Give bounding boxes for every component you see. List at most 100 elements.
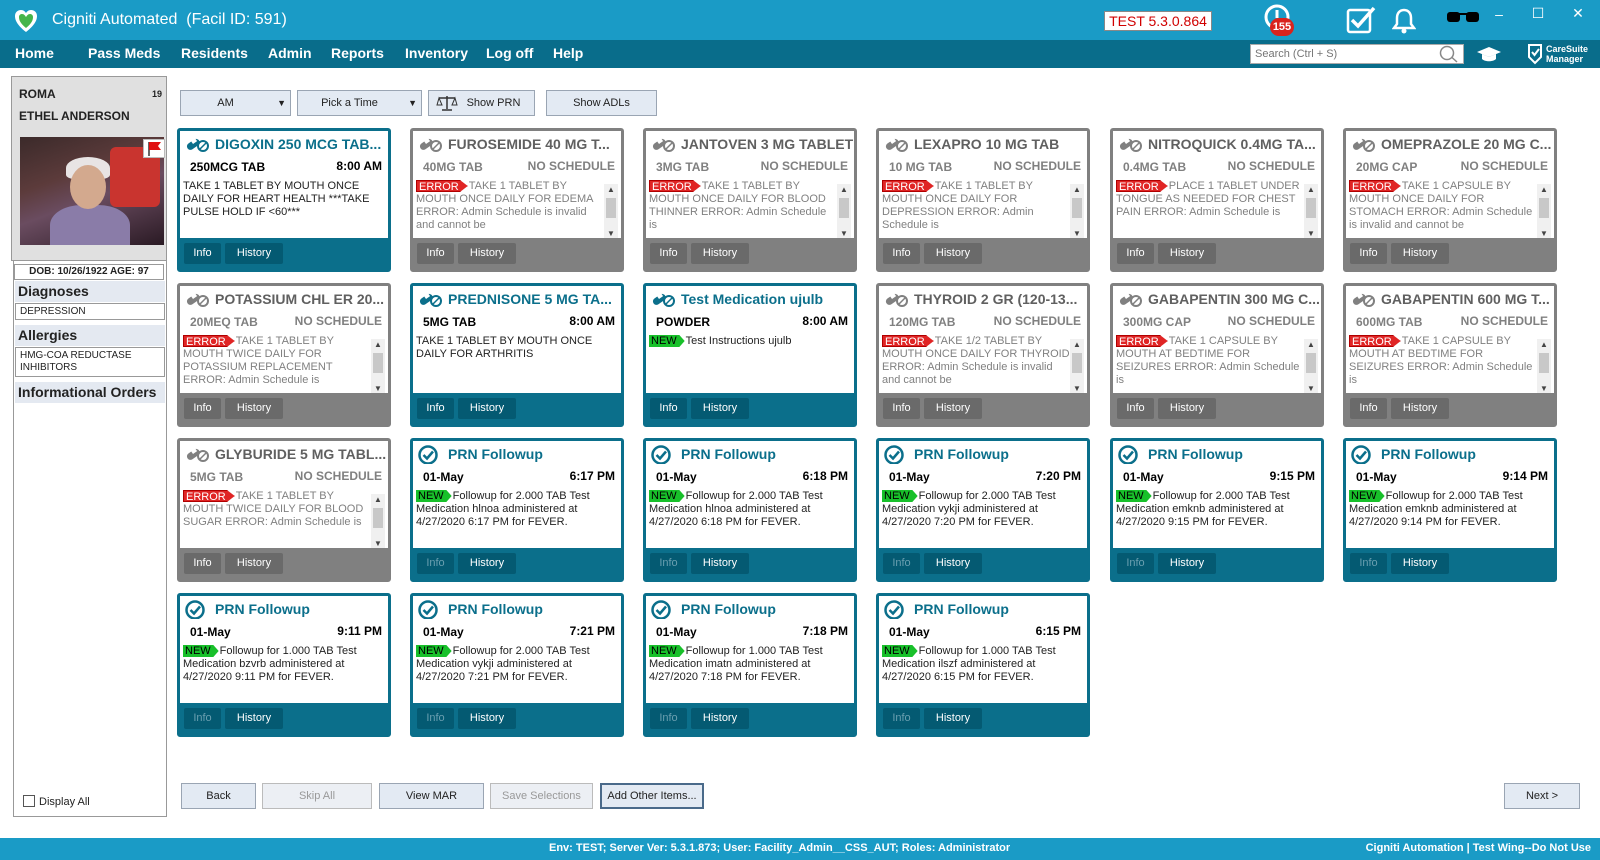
card-scrollbar[interactable]: ▲ ▼ [837, 184, 851, 240]
scroll-thumb[interactable] [839, 198, 849, 218]
card-scrollbar[interactable]: ▲ ▼ [604, 184, 618, 240]
info-button[interactable]: Info [184, 398, 221, 419]
medication-card[interactable]: LEXAPRO 10 MG TAB 10 MG TAB NO SCHEDULE ERR… [876, 128, 1090, 272]
history-button[interactable]: History [924, 553, 982, 574]
history-button[interactable]: History [1158, 398, 1216, 419]
glasses-icon[interactable] [1446, 10, 1480, 24]
info-button[interactable]: Info [883, 708, 920, 729]
history-button[interactable]: History [691, 243, 749, 264]
medication-card[interactable]: Test Medication ujulb POWDER 8:00 AM NEW Tes… [643, 283, 857, 427]
medication-card[interactable]: FUROSEMIDE 40 MG T... 40MG TAB NO SCHEDULE… [410, 128, 624, 272]
medication-card[interactable]: NITROQUICK 0.4MG TA... 0.4MG TAB NO SCHEDU… [1110, 128, 1324, 272]
medication-card[interactable]: OMEPRAZOLE 20 MG C... 20MG CAP NO SCHEDULE… [1343, 128, 1557, 272]
history-button[interactable]: History [225, 398, 283, 419]
history-button[interactable]: History [1391, 553, 1449, 574]
info-button[interactable]: Info [650, 708, 687, 729]
card-scrollbar[interactable]: ▲ ▼ [1070, 339, 1084, 395]
menu-help[interactable]: Help [553, 45, 583, 61]
menu-reports[interactable]: Reports [331, 45, 384, 61]
time-select[interactable]: Pick a Time ▼ [297, 90, 422, 116]
history-button[interactable]: History [924, 398, 982, 419]
history-button[interactable]: History [225, 708, 283, 729]
history-button[interactable]: History [924, 708, 982, 729]
graduation-cap-icon[interactable] [1476, 44, 1502, 64]
info-button[interactable]: Info [417, 553, 454, 574]
scroll-thumb[interactable] [1306, 198, 1316, 218]
history-button[interactable]: History [1158, 553, 1216, 574]
scroll-up-icon[interactable]: ▲ [1070, 184, 1084, 196]
scroll-thumb[interactable] [1539, 198, 1549, 218]
card-scrollbar[interactable]: ▲ ▼ [1537, 184, 1551, 240]
checkbox-box[interactable] [23, 795, 35, 807]
info-button[interactable]: Info [883, 553, 920, 574]
card-scrollbar[interactable]: ▲ ▼ [1070, 184, 1084, 240]
info-button[interactable]: Info [883, 243, 920, 264]
back-button[interactable]: Back [181, 783, 256, 809]
search-input[interactable] [1250, 44, 1464, 64]
medication-card[interactable]: PRN Followup 01-May 9:15 PM NEW Followup for… [1110, 438, 1324, 582]
info-button[interactable]: Info [1117, 398, 1154, 419]
alerts-button[interactable]: 155 [1262, 4, 1302, 38]
scroll-up-icon[interactable]: ▲ [1537, 184, 1551, 196]
search-icon[interactable] [1438, 44, 1460, 64]
history-button[interactable]: History [691, 553, 749, 574]
patient-card[interactable]: ROMA 19 ETHEL ANDERSON [11, 76, 167, 261]
medication-card[interactable]: POTASSIUM CHL ER 20... 20MEQ TAB NO SCHEDU… [177, 283, 391, 427]
history-button[interactable]: History [458, 243, 516, 264]
menu-pass-meds[interactable]: Pass Meds [88, 45, 160, 61]
save-selections-button[interactable]: Save Selections [490, 783, 593, 809]
history-button[interactable]: History [691, 708, 749, 729]
card-scrollbar[interactable]: ▲ ▼ [1304, 184, 1318, 240]
info-button[interactable]: Info [1350, 553, 1387, 574]
card-scrollbar[interactable]: ▲ ▼ [1537, 339, 1551, 395]
bell-icon[interactable] [1392, 7, 1416, 35]
info-button[interactable]: Info [1350, 398, 1387, 419]
scroll-thumb[interactable] [373, 353, 383, 373]
info-button[interactable]: Info [650, 553, 687, 574]
next-button[interactable]: Next > [1504, 783, 1580, 809]
info-button[interactable]: Info [417, 398, 454, 419]
scroll-thumb[interactable] [1539, 353, 1549, 373]
menu-admin[interactable]: Admin [268, 45, 312, 61]
scroll-up-icon[interactable]: ▲ [604, 184, 618, 196]
info-button[interactable]: Info [417, 708, 454, 729]
medication-card[interactable]: PRN Followup 01-May 6:18 PM NEW Followup for… [643, 438, 857, 582]
add-other-items-button[interactable]: Add Other Items... [600, 783, 704, 809]
medication-card[interactable]: PRN Followup 01-May 6:17 PM NEW Followup for… [410, 438, 624, 582]
info-button[interactable]: Info [184, 243, 221, 264]
medication-card[interactable]: THYROID 2 GR (120-13... 120MG TAB NO SCHED… [876, 283, 1090, 427]
history-button[interactable]: History [1391, 243, 1449, 264]
medication-card[interactable]: PRN Followup 01-May 7:20 PM NEW Followup for… [876, 438, 1090, 582]
medication-card[interactable]: PRN Followup 01-May 7:18 PM NEW Followup for… [643, 593, 857, 737]
card-scrollbar[interactable]: ▲ ▼ [1304, 339, 1318, 395]
close-button[interactable]: ✕ [1568, 5, 1588, 22]
menu-inventory[interactable]: Inventory [405, 45, 468, 61]
show-prn-button[interactable]: Show PRN [428, 90, 535, 116]
scroll-thumb[interactable] [1072, 198, 1082, 218]
menu-home[interactable]: Home [15, 45, 54, 61]
display-all-checkbox[interactable]: Display All [23, 795, 90, 808]
menu-residents[interactable]: Residents [181, 45, 248, 61]
info-button[interactable]: Info [650, 243, 687, 264]
scroll-up-icon[interactable]: ▲ [1070, 339, 1084, 351]
medication-card[interactable]: PRN Followup 01-May 6:15 PM NEW Followup for… [876, 593, 1090, 737]
history-button[interactable]: History [225, 243, 283, 264]
scroll-up-icon[interactable]: ▲ [1304, 339, 1318, 351]
medication-card[interactable]: JANTOVEN 3 MG TABLET 3MG TAB NO SCHEDULE ER… [643, 128, 857, 272]
medication-card[interactable]: PRN Followup 01-May 9:11 PM NEW Followup for… [177, 593, 391, 737]
medication-card[interactable]: GLYBURIDE 5 MG TABL... 5MG TAB NO SCHEDULE… [177, 438, 391, 582]
medication-card[interactable]: GABAPENTIN 600 MG T... 600MG TAB NO SCHEDU… [1343, 283, 1557, 427]
scroll-up-icon[interactable]: ▲ [837, 184, 851, 196]
history-button[interactable]: History [924, 243, 982, 264]
medication-card[interactable]: PRN Followup 01-May 7:21 PM NEW Followup for… [410, 593, 624, 737]
scroll-up-icon[interactable]: ▲ [371, 339, 385, 351]
skip-all-button[interactable]: Skip All [262, 783, 372, 809]
history-button[interactable]: History [691, 398, 749, 419]
medication-card[interactable]: PREDNISONE 5 MG TA... 5MG TAB 8:00 AM TAKE… [410, 283, 624, 427]
info-button[interactable]: Info [650, 398, 687, 419]
scroll-up-icon[interactable]: ▲ [1304, 184, 1318, 196]
checklist-icon[interactable] [1346, 6, 1376, 34]
menu-log-off[interactable]: Log off [486, 45, 533, 61]
history-button[interactable]: History [225, 553, 283, 574]
card-scrollbar[interactable]: ▲ ▼ [371, 494, 385, 550]
